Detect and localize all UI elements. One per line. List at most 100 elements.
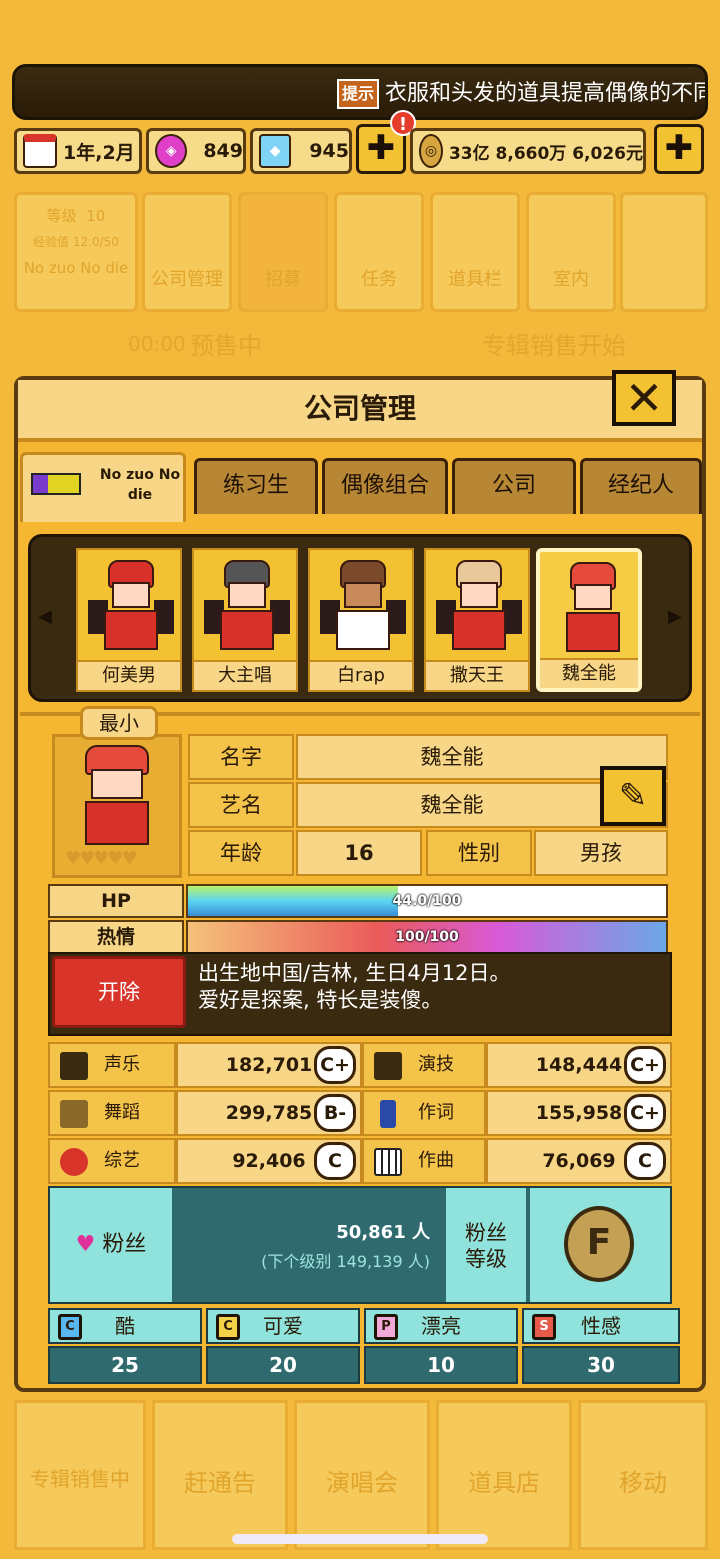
stat-label: 作词 <box>418 1102 454 1123</box>
nav-concert: 演唱会 <box>294 1400 430 1550</box>
pink-gem-display: ◈ 849 <box>146 128 246 174</box>
bg-level: 等级 10 <box>46 207 106 225</box>
sexy-icon: S <box>532 1314 556 1340</box>
attr-value: 25 <box>48 1346 202 1384</box>
fans-label-cell: ♥ 粉丝 <box>50 1188 172 1302</box>
attr-header: P 漂亮 <box>364 1308 518 1344</box>
passion-label: 热情 <box>48 920 184 954</box>
date-value: 1年,2月 <box>63 141 135 164</box>
close-button[interactable]: ✕ <box>612 370 676 426</box>
fan-level-label: 粉丝 等级 <box>446 1188 526 1302</box>
stat-row: 综艺 92,406 C 作曲 76,069 C <box>48 1138 672 1184</box>
cute-icon: C <box>216 1314 240 1340</box>
passion-value: 100/100 <box>395 929 459 945</box>
pink-gem-icon: ◈ <box>155 134 188 168</box>
stat-label: 综艺 <box>104 1150 140 1171</box>
home-indicator[interactable] <box>232 1534 488 1544</box>
notice-bar: 提示 衣服和头发的道具提高偶像的不同 <box>12 64 708 120</box>
stat-grade: C+ <box>624 1094 666 1132</box>
pen-icon <box>380 1100 396 1128</box>
bg-exp: 经验值 12.0/50 <box>33 235 119 249</box>
fans-label: 粉丝 <box>102 1232 147 1257</box>
group-logo-icon <box>31 473 81 495</box>
passion-bar: 100/100 <box>186 920 668 954</box>
tab-manager[interactable]: 经纪人 <box>580 458 702 514</box>
member-card-selected[interactable]: 魏全能 <box>536 548 642 692</box>
bg-presale: 预售中 <box>190 332 262 360</box>
attr-name: 酷 <box>115 1314 135 1338</box>
member-name: 白rap <box>310 660 412 690</box>
nav-schedule: 赶通告 <box>152 1400 288 1550</box>
attr-header: C酷 <box>48 1308 202 1344</box>
microphone-icon <box>60 1052 88 1080</box>
hp-value: 44.0/100 <box>392 893 462 909</box>
notice-text: 衣服和头发的道具提高偶像的不同 <box>385 81 708 106</box>
member-card[interactable]: 撒天王 <box>424 548 530 692</box>
date-display: 1年,2月 <box>14 128 142 174</box>
hp-bar: 44.0/100 <box>186 884 668 918</box>
blue-gem-value: 945 <box>309 140 349 162</box>
blue-gem-display: ◆ 945 <box>250 128 352 174</box>
fan-grade-coin-icon: F <box>564 1206 634 1282</box>
bg-menu-items: 道具栏 <box>430 192 520 312</box>
attr-header: S 性感 <box>522 1308 680 1344</box>
right-arrow-icon[interactable]: ▶ <box>668 606 682 627</box>
member-name: 魏全能 <box>540 658 638 688</box>
age-value: 16 <box>296 830 422 876</box>
pink-gem-value: 849 <box>203 140 243 162</box>
heart-icon: ♥ <box>75 1232 96 1257</box>
bg-mail-icon <box>620 192 708 312</box>
camera-icon <box>374 1052 402 1080</box>
stat-label: 演技 <box>418 1054 454 1075</box>
bg-timer: 00:00 <box>128 332 186 356</box>
cool-icon: C <box>58 1314 82 1340</box>
tab-group-label: No zuo No die <box>99 467 181 503</box>
member-sprite <box>436 560 522 658</box>
tab-trainee[interactable]: 练习生 <box>194 458 318 514</box>
fans-count: 50,861 人 <box>336 1222 430 1243</box>
stat-label: 声乐 <box>104 1054 140 1075</box>
buy-money-button[interactable]: ✚ <box>654 124 704 174</box>
nav-album-sale: 专辑销售中 <box>14 1400 146 1550</box>
tab-group[interactable]: No zuo No die <box>20 452 186 522</box>
attr-name: 漂亮 <box>421 1314 461 1338</box>
bio-text: 出生地中国/吉林, 生日4月12日。 爱好是探案, 特长是装傻。 <box>198 960 511 1014</box>
modal-title: 公司管理 <box>18 380 702 442</box>
bg-group: No zuo No die <box>23 259 129 277</box>
member-sprite <box>204 560 290 658</box>
attr-header: C 可爱 <box>206 1308 360 1344</box>
bg-menu-interior: 室内 <box>526 192 616 312</box>
stat-grade: C+ <box>624 1046 666 1084</box>
stat-grade: B- <box>314 1094 356 1132</box>
hp-label: HP <box>48 884 184 918</box>
money-display: ◎ 33亿 8,660万 6,026元 <box>410 128 646 174</box>
shoe-icon <box>60 1100 88 1128</box>
notice-tag: 提示 <box>337 79 379 109</box>
member-card[interactable]: 大主唱 <box>192 548 298 692</box>
fire-button[interactable]: 开除 <box>52 956 186 1028</box>
tab-idol-group[interactable]: 偶像组合 <box>322 458 448 514</box>
name-label: 名字 <box>188 734 294 780</box>
left-arrow-icon[interactable]: ◀ <box>38 606 52 627</box>
attr-value: 30 <box>522 1346 680 1384</box>
member-portrait: ♥♥♥♥♥ <box>52 734 182 878</box>
piano-icon <box>374 1148 402 1176</box>
stat-grade: C+ <box>314 1046 356 1084</box>
nav-move: 移动 <box>578 1400 708 1550</box>
stat-grade: C <box>314 1142 356 1180</box>
bio-line-2: 爱好是探案, 特长是装傻。 <box>198 988 443 1012</box>
money-value: 33亿 8,660万 6,026元 <box>448 143 643 164</box>
member-name: 撒天王 <box>426 660 528 690</box>
member-sprite <box>558 562 628 660</box>
edit-name-button[interactable]: ✎ <box>600 766 666 826</box>
fan-level-cell: F <box>530 1188 670 1302</box>
member-name: 大主唱 <box>194 660 296 690</box>
bg-level-panel: 等级 10 经验值 12.0/50 No zuo No die <box>14 192 138 312</box>
member-card[interactable]: 白rap <box>308 548 414 692</box>
member-card[interactable]: 何美男 <box>76 548 182 692</box>
stat-label: 舞蹈 <box>104 1102 140 1123</box>
blue-gem-icon: ◆ <box>259 134 292 168</box>
fans-next-level: (下个级别 149,139 人) <box>261 1252 430 1271</box>
bg-album-start: 专辑销售开始 <box>482 332 626 360</box>
tab-company[interactable]: 公司 <box>452 458 576 514</box>
